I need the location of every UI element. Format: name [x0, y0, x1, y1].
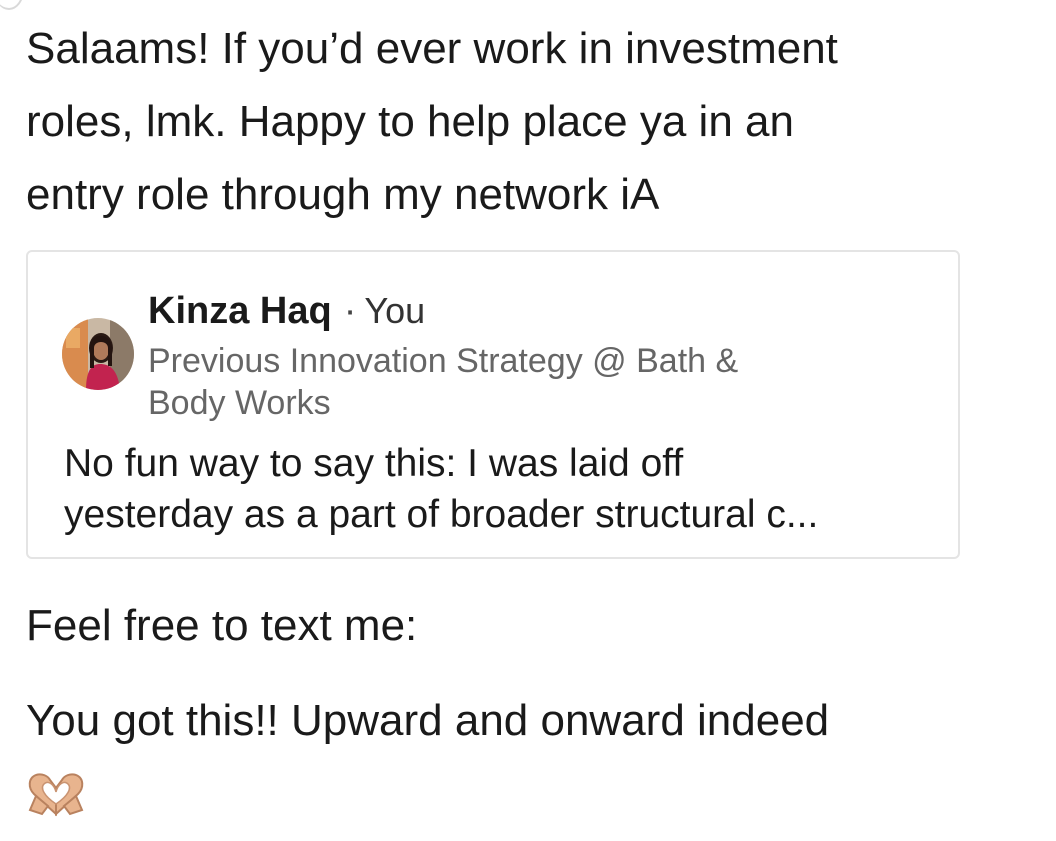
separator-dot: ·	[343, 290, 357, 332]
headline-line: Body Works	[148, 384, 331, 422]
author-relation: You	[364, 290, 426, 331]
author-name[interactable]: Kinza Haq	[148, 290, 332, 332]
excerpt-line: yesterday as a part of broader structura…	[64, 493, 819, 536]
contact-line: Feel free to text me:	[26, 601, 418, 650]
message-line: Salaams! If you’d ever work in investmen…	[26, 24, 838, 73]
message-line: entry role through my network iA	[26, 170, 660, 219]
heart-hands-icon	[26, 770, 86, 818]
avatar[interactable]	[62, 318, 134, 390]
message-intro: Salaams! If you’d ever work in investmen…	[26, 12, 976, 231]
author-line: Kinza Haq · You	[148, 288, 425, 334]
profile-photo	[62, 318, 134, 390]
excerpt-line: No fun way to say this: I was laid off	[64, 442, 684, 485]
headline-line: Previous Innovation Strategy @ Bath &	[148, 342, 739, 380]
previous-bubble-edge	[0, 0, 24, 10]
encouragement-text: You got this!! Upward and onward indeed	[26, 696, 830, 745]
shared-post-card[interactable]: Kinza Haq · You Previous Innovation Strate…	[26, 250, 960, 559]
author-headline: Previous Innovation Strategy @ Bath & Bo…	[148, 340, 868, 424]
message-line: roles, lmk. Happy to help place ya in an	[26, 97, 794, 146]
post-excerpt[interactable]: No fun way to say this: I was laid off y…	[64, 438, 944, 540]
